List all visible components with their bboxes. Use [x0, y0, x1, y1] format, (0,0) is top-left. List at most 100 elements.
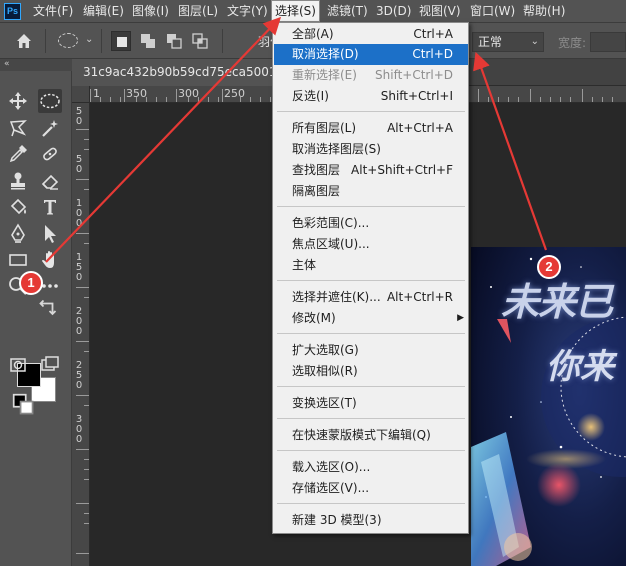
menu-item-label: 存储选区(V)...	[292, 481, 370, 495]
add-to-selection-button[interactable]	[138, 31, 158, 51]
chevron-down-icon[interactable]: ⌄	[85, 34, 93, 45]
submenu-arrow-icon: ▶	[457, 313, 464, 323]
subtract-from-selection-button[interactable]	[164, 31, 184, 51]
home-icon[interactable]	[13, 30, 35, 52]
eraser-tool-icon[interactable]	[38, 169, 62, 193]
tools-panel: «	[0, 59, 72, 566]
new-selection-button[interactable]	[111, 31, 131, 51]
menu-layer[interactable]: 图层(L)	[178, 0, 218, 23]
menu-window[interactable]: 窗口(W)	[470, 0, 515, 23]
menu-item-label: 全部(A)	[292, 27, 334, 41]
menu-separator	[277, 280, 465, 281]
elliptical-marquee-tool-icon[interactable]	[38, 89, 62, 113]
intersect-selection-button[interactable]	[190, 31, 210, 51]
toolbar-collapse-button[interactable]: «	[0, 59, 72, 71]
options-separator	[45, 29, 46, 53]
menu-item-label: 查找图层	[292, 163, 341, 177]
swap-colors-icon[interactable]	[36, 296, 57, 316]
default-colors-icon[interactable]	[12, 393, 34, 415]
menu-item-load-selection[interactable]: 载入选区(O)...	[274, 457, 468, 478]
clone-stamp-tool-icon[interactable]	[6, 169, 30, 193]
menu-item-label: 反选(I)	[292, 89, 329, 103]
menu-item-color-range[interactable]: 色彩范围(C)...	[274, 213, 468, 234]
poster-image[interactable]: 未来已 你来	[471, 247, 626, 566]
ruler-tick	[582, 89, 583, 102]
rectangle-tool-icon[interactable]	[6, 248, 30, 272]
menu-separator	[277, 111, 465, 112]
menu-item-focus-area[interactable]: 焦点区域(U)...	[274, 234, 468, 255]
menu-3d[interactable]: 3D(D)	[376, 0, 411, 23]
ruler-tick	[222, 89, 223, 102]
menu-item-reselect[interactable]: 重新选择(E) Shift+Ctrl+D	[274, 65, 468, 86]
menu-item-deselect-layers[interactable]: 取消选择图层(S)	[274, 139, 468, 160]
menu-item-modify[interactable]: 修改(M) ▶	[274, 308, 468, 329]
ruler-label: 0	[75, 326, 83, 337]
annotation-badge-2: 2	[537, 255, 561, 279]
eyedropper-tool-icon[interactable]	[6, 142, 30, 166]
chevron-down-icon: ⌄	[530, 36, 539, 47]
menu-item-inverse[interactable]: 反选(I) Shift+Ctrl+I	[274, 86, 468, 107]
menu-item-all-layers[interactable]: 所有图层(L) Alt+Ctrl+A	[274, 118, 468, 139]
ellipse-marquee-preset-icon[interactable]	[58, 33, 78, 48]
menu-item-shortcut: Alt+Ctrl+A	[387, 121, 453, 135]
vertical-ruler[interactable]: 5 0 5 0 1 0 0 1 5 0 2 0 0 2 5 0 3 0 0	[72, 103, 90, 566]
select-menu-dropdown: 全部(A) Ctrl+A 取消选择(D) Ctrl+D 重新选择(E) Shif…	[272, 22, 469, 534]
menu-edit[interactable]: 编辑(E)	[83, 0, 124, 23]
menu-item-save-selection[interactable]: 存储选区(V)...	[274, 478, 468, 499]
menu-view[interactable]: 视图(V)	[419, 0, 461, 23]
menu-item-label: 取消选择图层(S)	[292, 142, 381, 156]
menu-file[interactable]: 文件(F)	[33, 0, 73, 23]
ruler-tick	[176, 89, 177, 102]
menu-item-shortcut: Ctrl+D	[412, 47, 453, 61]
screen-mode-icon[interactable]	[38, 353, 62, 377]
menu-help[interactable]: 帮助(H)	[523, 0, 565, 23]
menu-item-grow[interactable]: 扩大选取(G)	[274, 340, 468, 361]
ruler-label: 0	[75, 116, 83, 127]
menu-item-isolate-layers[interactable]: 隔离图层	[274, 181, 468, 202]
ruler-label: 0	[75, 380, 83, 391]
blend-mode-select[interactable]: 正常 ⌄	[472, 32, 544, 52]
move-tool-icon[interactable]	[6, 89, 30, 113]
path-selection-tool-icon[interactable]	[38, 222, 62, 246]
magic-wand-tool-icon[interactable]	[38, 116, 62, 140]
width-label: 宽度:	[558, 36, 587, 50]
lasso-tool-icon[interactable]	[6, 116, 30, 140]
menu-item-subject[interactable]: 主体	[274, 255, 468, 276]
type-tool-icon[interactable]	[38, 195, 62, 219]
poster-title-line1: 未来已	[501, 282, 613, 324]
menu-item-shortcut: Alt+Shift+Ctrl+F	[351, 163, 453, 177]
menu-item-all[interactable]: 全部(A) Ctrl+A	[274, 24, 468, 45]
menu-item-transform-selection[interactable]: 变换选区(T)	[274, 393, 468, 414]
ruler-label: 0	[75, 434, 83, 445]
menu-separator	[277, 418, 465, 419]
menu-filter[interactable]: 滤镜(T)	[327, 0, 368, 23]
menu-select[interactable]: 选择(S)	[271, 0, 320, 22]
healing-brush-tool-icon[interactable]	[38, 142, 62, 166]
menu-image[interactable]: 图像(I)	[132, 0, 169, 23]
quick-mask-icon[interactable]	[6, 353, 30, 377]
menu-item-label: 主体	[292, 258, 317, 272]
hand-tool-icon[interactable]	[38, 248, 62, 272]
options-separator	[101, 29, 102, 53]
menu-item-find-layers[interactable]: 查找图层 Alt+Shift+Ctrl+F	[274, 160, 468, 181]
ruler-tick	[76, 553, 89, 554]
menu-item-select-and-mask[interactable]: 选择并遮住(K)... Alt+Ctrl+R	[274, 287, 468, 308]
pen-tool-icon[interactable]	[6, 222, 30, 246]
menu-item-deselect[interactable]: 取消选择(D) Ctrl+D	[274, 44, 468, 65]
menu-item-label: 载入选区(O)...	[292, 460, 371, 474]
ruler-label: 0	[75, 272, 83, 283]
document-tab[interactable]: 31c9ac432b90b59cd75eca5001923c	[72, 59, 272, 86]
ruler-tick	[530, 89, 531, 102]
ruler-label: 250	[224, 87, 245, 100]
menu-item-label: 扩大选取(G)	[292, 343, 359, 357]
annotation-badge-1: 1	[19, 271, 43, 295]
menu-separator	[277, 450, 465, 451]
menu-separator	[277, 206, 465, 207]
menu-item-new-3d-model[interactable]: 新建 3D 模型(3)	[274, 510, 468, 531]
menu-separator	[277, 333, 465, 334]
width-input[interactable]	[590, 32, 626, 52]
paint-bucket-tool-icon[interactable]	[6, 195, 30, 219]
menu-item-quick-mask[interactable]: 在快速蒙版模式下编辑(Q)	[274, 425, 468, 446]
menu-item-similar[interactable]: 选取相似(R)	[274, 361, 468, 382]
menu-type[interactable]: 文字(Y)	[227, 0, 268, 23]
